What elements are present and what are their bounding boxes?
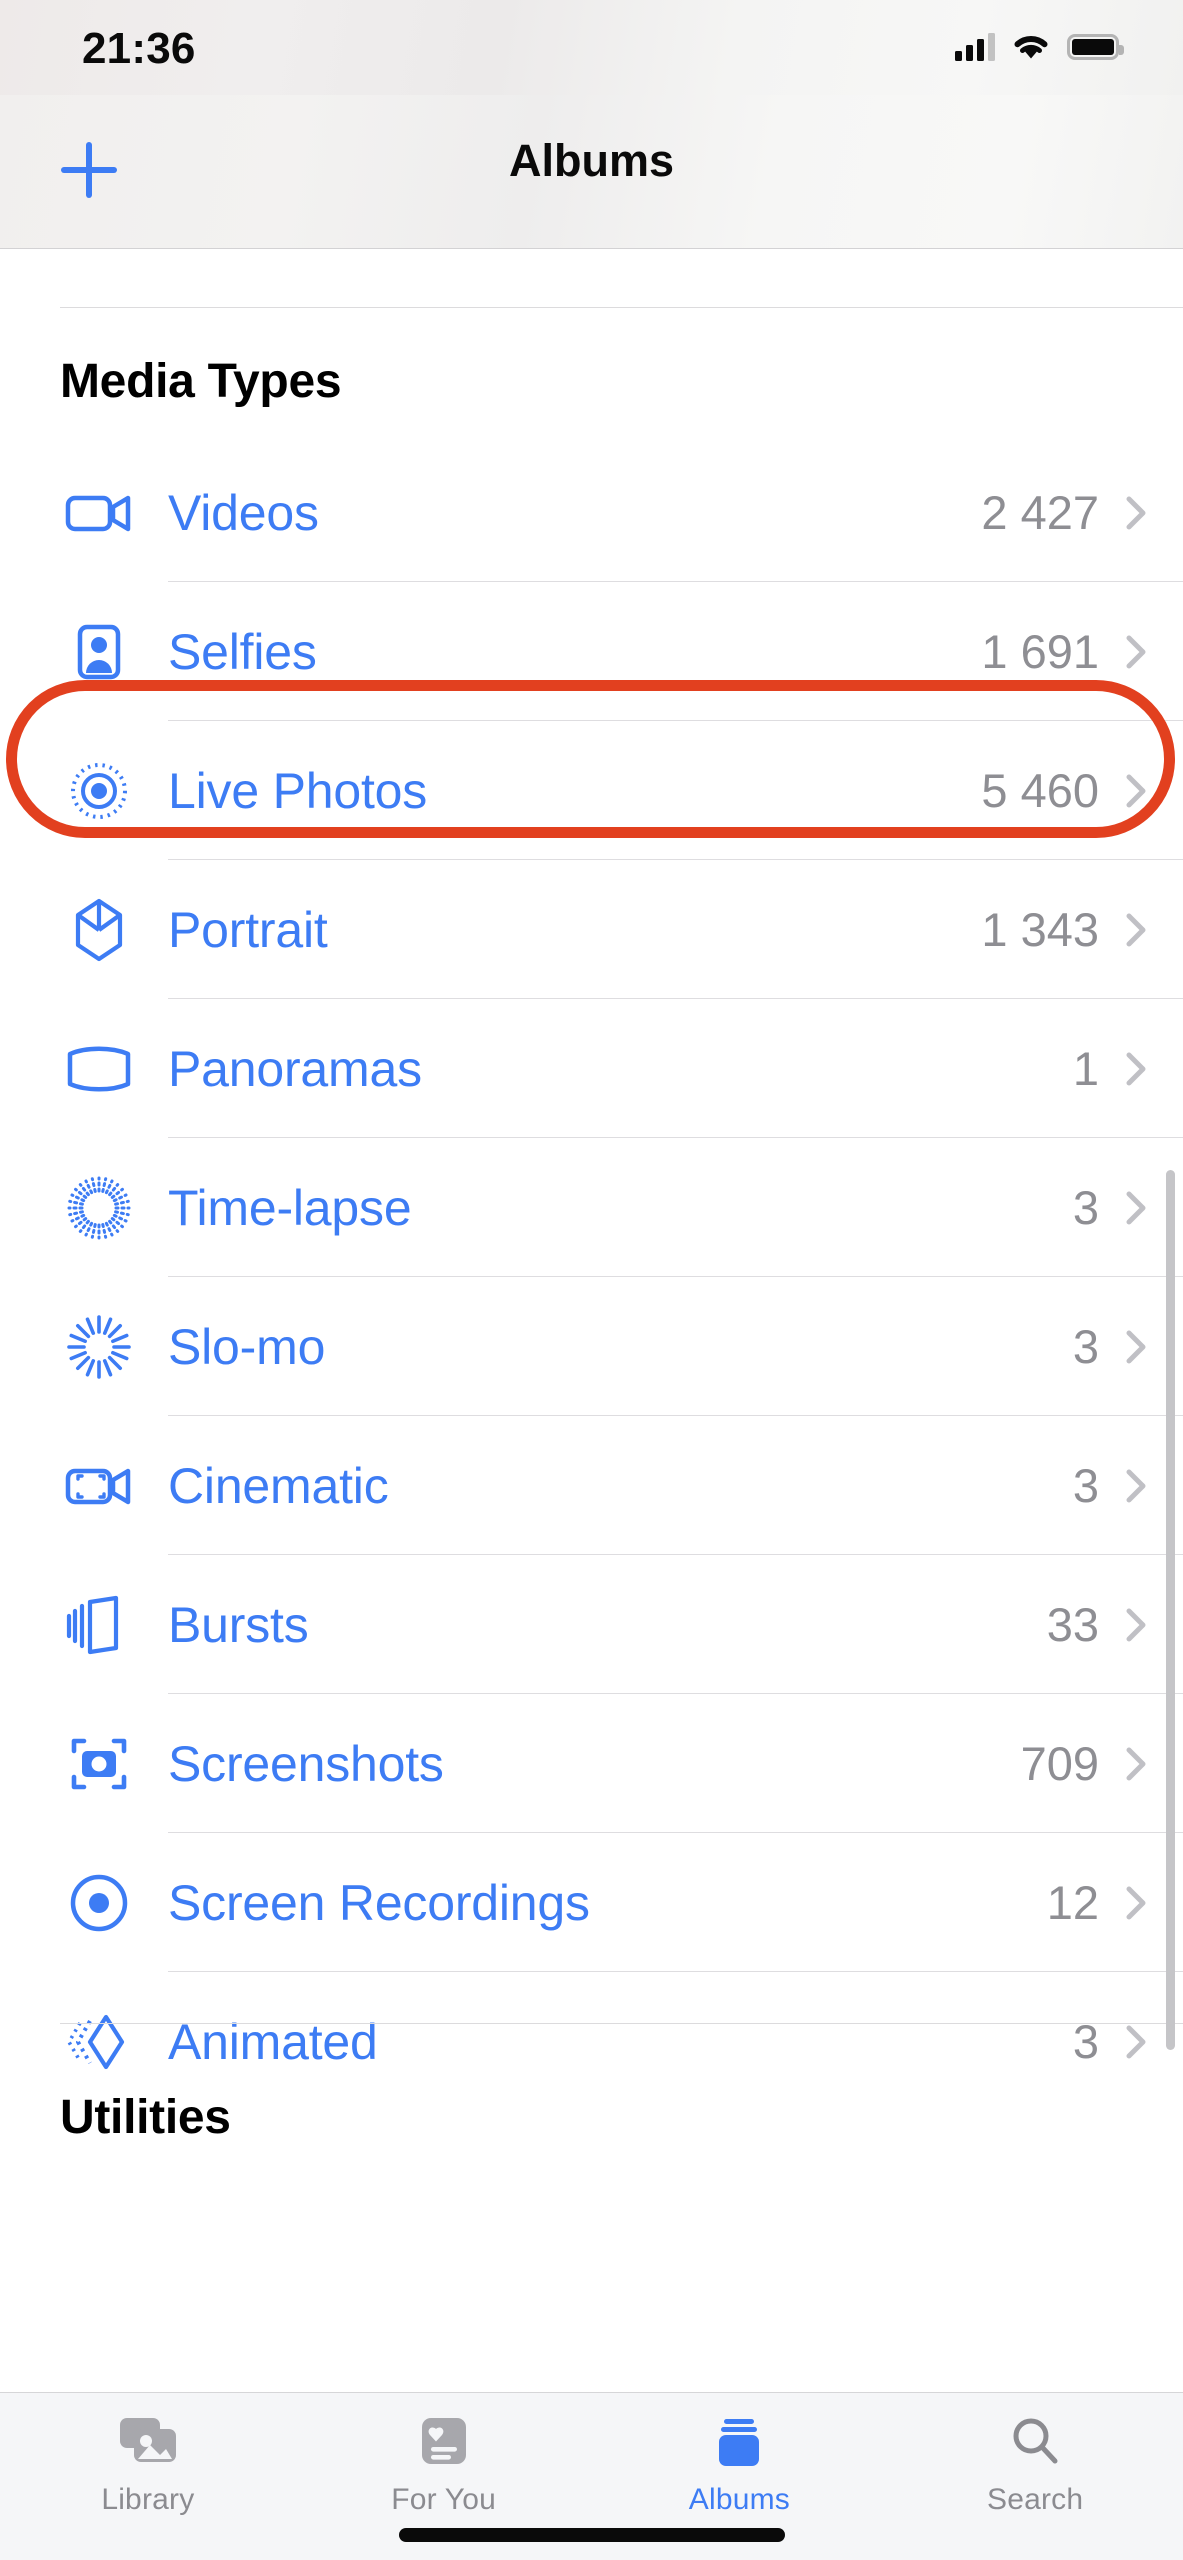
list-item-count: 1 691 xyxy=(981,625,1099,678)
wifi-icon xyxy=(1012,33,1050,61)
panorama-icon xyxy=(60,1030,138,1108)
status-bar: 21:36 xyxy=(0,0,1183,95)
chevron-right-icon xyxy=(1125,1606,1147,1644)
list-item-count: 709 xyxy=(1020,1737,1099,1790)
chevron-right-icon xyxy=(1125,494,1147,532)
list-item-label: Animated xyxy=(168,2013,378,2070)
battery-icon xyxy=(1067,34,1124,60)
chevron-right-icon xyxy=(1125,2023,1147,2061)
section-divider xyxy=(60,2023,1183,2024)
chevron-right-icon xyxy=(1125,911,1147,949)
cellular-signal-icon xyxy=(955,33,995,61)
tab-label: Search xyxy=(986,2483,1084,2516)
screenshot-camera-icon xyxy=(60,1725,138,1803)
chevron-right-icon xyxy=(1125,1189,1147,1227)
chevron-right-icon xyxy=(1125,1467,1147,1505)
albums-scroll-view[interactable]: Media Types Videos 2 427 Selfies 1 691 L… xyxy=(0,250,1183,2392)
phone-screen: 21:36 Albums Media Types Videos 2 427 Se… xyxy=(0,0,1183,2560)
list-item-count: 5 460 xyxy=(981,764,1099,817)
list-item-count: 3 xyxy=(1072,1320,1099,1373)
photo-stack-icon xyxy=(116,2411,180,2473)
list-item-cinematic[interactable]: Cinematic 3 xyxy=(0,1416,1183,1555)
top-divider xyxy=(60,307,1183,308)
person-portrait-icon xyxy=(60,613,138,691)
chevron-right-icon xyxy=(1125,1050,1147,1088)
slomo-icon xyxy=(60,1308,138,1386)
home-indicator xyxy=(398,2528,785,2542)
timelapse-icon xyxy=(60,1169,138,1247)
list-item-videos[interactable]: Videos 2 427 xyxy=(0,443,1183,582)
list-item-label: Slo-mo xyxy=(168,1318,326,1375)
live-photo-icon xyxy=(60,752,138,830)
list-item-selfies[interactable]: Selfies 1 691 xyxy=(0,582,1183,721)
list-item-screen-recordings[interactable]: Screen Recordings 12 xyxy=(0,1833,1183,1972)
chevron-right-icon xyxy=(1125,1328,1147,1366)
chevron-right-icon xyxy=(1125,1884,1147,1922)
album-stack-icon xyxy=(711,2411,767,2473)
list-item-count: 2 427 xyxy=(981,486,1099,539)
media-types-list: Videos 2 427 Selfies 1 691 Live Photos 5… xyxy=(0,443,1183,2111)
section-header-media-types: Media Types xyxy=(60,355,342,408)
list-item-label: Screen Recordings xyxy=(168,1874,590,1931)
animated-gif-icon xyxy=(60,2003,138,2081)
list-item-count: 3 xyxy=(1072,1459,1099,1512)
status-bar-time: 21:36 xyxy=(82,24,196,73)
heart-card-icon xyxy=(416,2411,472,2473)
screen-record-icon xyxy=(60,1864,138,1942)
list-item-count: 1 343 xyxy=(981,903,1099,956)
list-item-slo-mo[interactable]: Slo-mo 3 xyxy=(0,1277,1183,1416)
list-item-label: Cinematic xyxy=(168,1457,389,1514)
tab-label: Library xyxy=(101,2483,195,2516)
tab-library[interactable]: Library xyxy=(0,2393,296,2560)
cinematic-video-icon xyxy=(60,1447,138,1525)
chevron-right-icon xyxy=(1125,772,1147,810)
status-bar-indicators xyxy=(955,26,1124,68)
bursts-icon xyxy=(60,1586,138,1664)
list-item-count: 3 xyxy=(1072,1181,1099,1234)
chevron-right-icon xyxy=(1125,1745,1147,1783)
scrollbar-indicator[interactable] xyxy=(1166,1170,1175,2050)
list-item-label: Bursts xyxy=(168,1596,309,1653)
list-item-label: Portrait xyxy=(168,901,328,958)
list-item-count: 33 xyxy=(1046,1598,1099,1651)
list-item-label: Screenshots xyxy=(168,1735,444,1792)
cube-icon xyxy=(60,891,138,969)
list-item-count: 1 xyxy=(1072,1042,1099,1095)
list-item-label: Selfies xyxy=(168,623,317,680)
page-title: Albums xyxy=(508,135,674,186)
list-item-count: 12 xyxy=(1046,1876,1099,1929)
list-item-live-photos[interactable]: Live Photos 5 460 xyxy=(0,721,1183,860)
chevron-right-icon xyxy=(1125,633,1147,671)
tab-label: For You xyxy=(391,2483,497,2516)
list-item-time-lapse[interactable]: Time-lapse 3 xyxy=(0,1138,1183,1277)
list-item-label: Live Photos xyxy=(168,762,428,819)
tab-search[interactable]: Search xyxy=(887,2393,1183,2560)
list-item-bursts[interactable]: Bursts 33 xyxy=(0,1555,1183,1694)
magnifier-icon xyxy=(1007,2411,1063,2473)
tab-bar: Library For You Albums Search xyxy=(0,2392,1183,2560)
list-item-screenshots[interactable]: Screenshots 709 xyxy=(0,1694,1183,1833)
video-camera-icon xyxy=(60,474,138,552)
list-item-label: Panoramas xyxy=(168,1040,422,1097)
list-item-label: Videos xyxy=(168,484,319,541)
list-item-panoramas[interactable]: Panoramas 1 xyxy=(0,999,1183,1138)
tab-label: Albums xyxy=(688,2483,790,2516)
section-header-utilities: Utilities xyxy=(60,2091,231,2144)
navigation-bar: Albums xyxy=(0,95,1183,249)
list-item-label: Time-lapse xyxy=(168,1179,412,1236)
list-item-portrait[interactable]: Portrait 1 343 xyxy=(0,860,1183,999)
